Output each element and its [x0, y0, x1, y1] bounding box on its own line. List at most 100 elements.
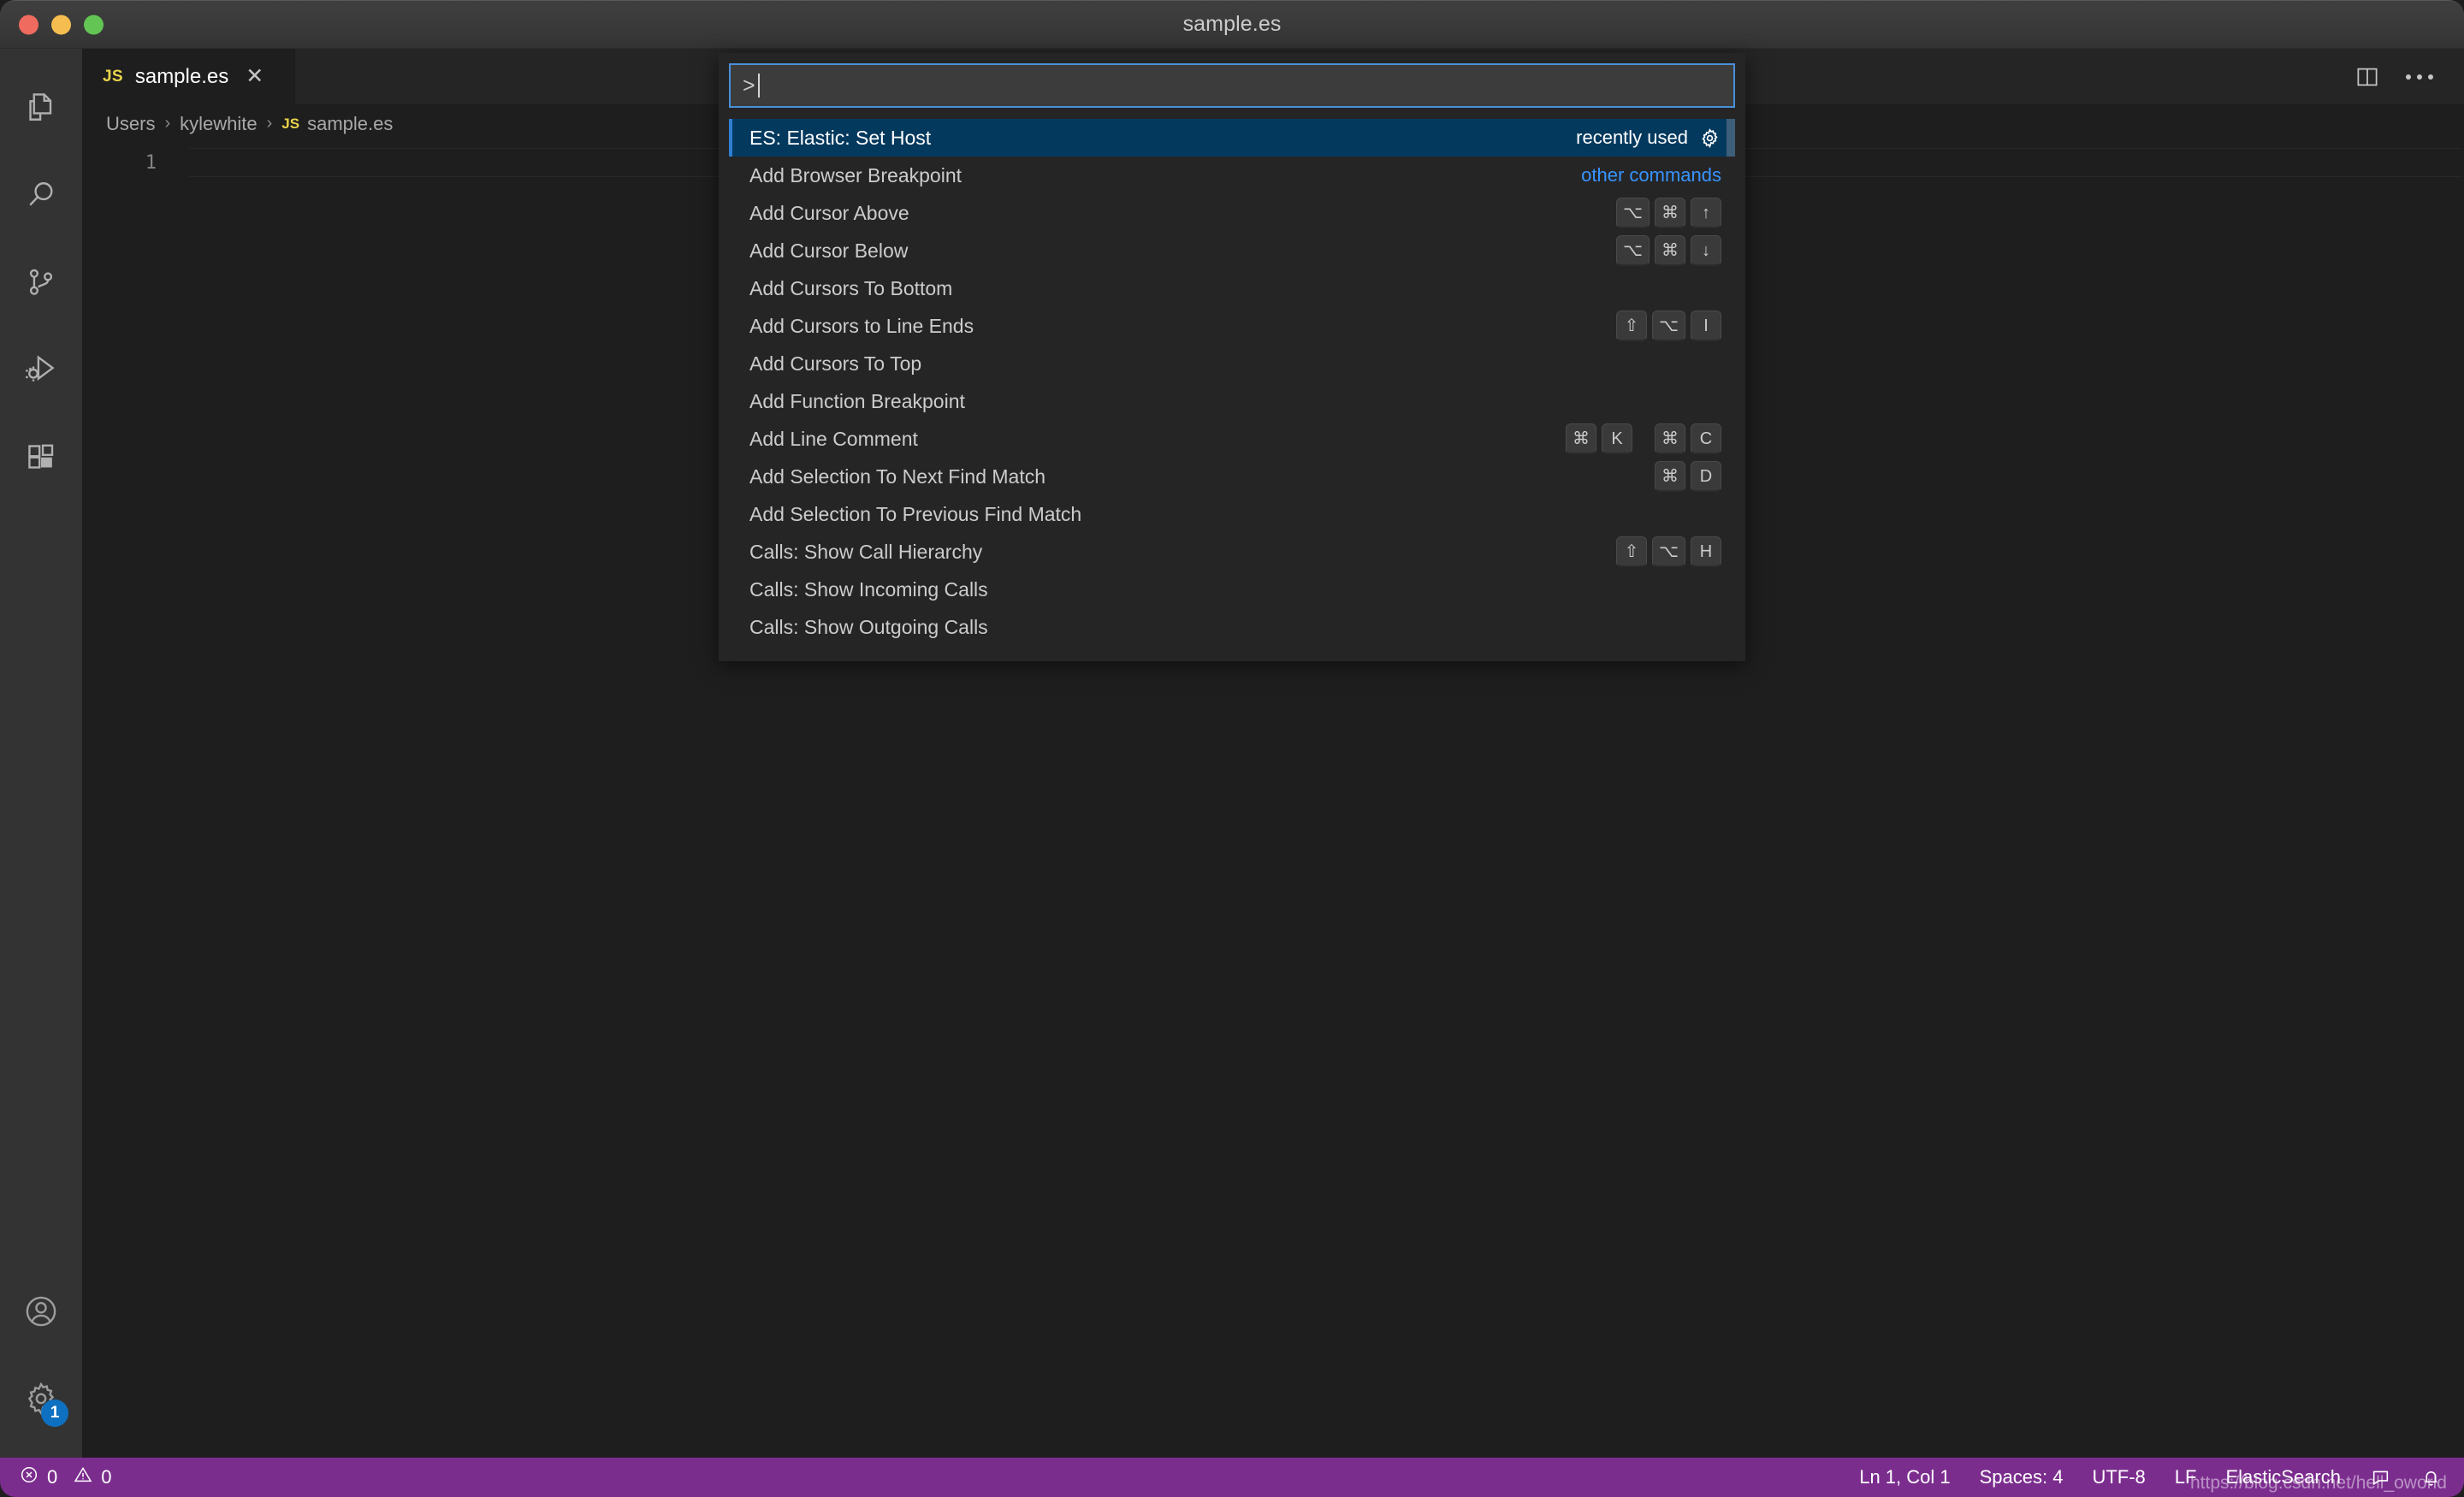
keybinding-key: ⌥ [1615, 198, 1650, 228]
encoding-status[interactable]: UTF-8 [2092, 1466, 2145, 1488]
command-row-right: ⇧ ⌥ H [1615, 536, 1721, 567]
command-row-right: ⌘ K ⌘ C [1566, 423, 1721, 454]
minimize-button[interactable] [51, 15, 71, 34]
settings-badge: 1 [41, 1399, 68, 1427]
problems-status[interactable]: 0 0 [19, 1464, 112, 1490]
zoom-button[interactable] [84, 15, 104, 34]
command-list-item[interactable]: Calls: Show Call Hierarchy ⇧ ⌥ H [729, 533, 1735, 571]
command-row-right: ⌥ ⌘ ↑ [1615, 198, 1721, 228]
window-controls [19, 15, 104, 34]
command-list-item[interactable]: Add Cursors To Top [729, 345, 1735, 382]
sidebar-item-explorer[interactable] [0, 64, 82, 151]
language-mode-status[interactable]: ElasticSearch [2225, 1466, 2341, 1488]
command-label: Add Cursors to Line Ends [749, 314, 974, 337]
keybinding-key: K [1602, 423, 1632, 454]
indentation-status[interactable]: Spaces: 4 [1980, 1466, 2064, 1488]
keybinding-key: ⌥ [1651, 536, 1685, 567]
command-row-right: recently used [1576, 127, 1721, 150]
command-palette-input-box[interactable]: > [729, 63, 1735, 108]
breadcrumb-item-users[interactable]: Users [106, 113, 155, 135]
js-file-icon: JS [103, 67, 123, 86]
editor-actions [2354, 49, 2464, 104]
command-label: Add Cursor Below [749, 239, 909, 262]
keybinding-key: ⌘ [1655, 198, 1685, 228]
command-list[interactable]: ES: Elastic: Set Host recently used Add Br… [729, 119, 1735, 661]
command-list-item[interactable]: Calls: Show Incoming Calls [729, 571, 1735, 608]
command-label: Add Function Breakpoint [749, 389, 965, 412]
keybinding-key: C [1691, 423, 1721, 454]
sidebar-item-search[interactable] [0, 151, 82, 239]
command-label: Calls: Show Call Hierarchy [749, 540, 983, 563]
error-count: 0 [47, 1466, 58, 1488]
command-label: Add Browser Breakpoint [749, 163, 962, 186]
breadcrumb-item-file[interactable]: sample.es [307, 113, 393, 135]
command-list-item[interactable]: Add Cursors to Line Ends ⇧ ⌥ I [729, 307, 1735, 345]
error-icon [19, 1464, 39, 1490]
split-editor-icon[interactable] [2354, 64, 2380, 90]
manage-settings-button[interactable]: 1 [0, 1355, 82, 1442]
line-number-gutter: 1 [82, 143, 189, 1458]
extensions-icon [22, 438, 60, 476]
status-bar-left: 0 0 [0, 1464, 112, 1490]
eol-status[interactable]: LF [2175, 1466, 2197, 1488]
command-palette[interactable]: > ES: Elastic: Set Host recently used Add … [719, 53, 1745, 661]
command-list-item[interactable]: Add Cursor Above ⌥ ⌘ ↑ [729, 194, 1735, 232]
status-bar: 0 0 Ln 1, Col 1 Spaces: 4 UTF-8 LF Elast… [0, 1458, 2464, 1497]
keybinding: ⇧ ⌥ I [1615, 311, 1721, 341]
breadcrumb-item-kylewhite[interactable]: kylewhite [180, 113, 257, 135]
keybinding-key: H [1691, 536, 1721, 567]
activity-bar: 1 [0, 49, 82, 1458]
command-group-label: other commands [1581, 164, 1721, 186]
command-list-item[interactable]: Calls: Show Outgoing Calls [729, 608, 1735, 646]
keybinding-key: ⌥ [1615, 235, 1650, 266]
breadcrumb-separator: › [266, 114, 273, 133]
command-label: Add Cursor Above [749, 201, 909, 224]
warning-count: 0 [101, 1466, 112, 1488]
keybinding-key: ⇧ [1615, 536, 1647, 567]
sidebar-item-source-control[interactable] [0, 239, 82, 326]
title-bar: sample.es [0, 0, 2464, 49]
close-button[interactable] [19, 15, 38, 34]
command-list-item[interactable]: Add Selection To Next Find Match ⌘ D [729, 458, 1735, 495]
command-list-item[interactable]: Add Function Breakpoint [729, 382, 1735, 420]
command-list-item[interactable]: Add Browser Breakpoint other commands [729, 157, 1735, 194]
bell-icon[interactable] [2420, 1467, 2442, 1488]
keybinding-key: ↑ [1691, 198, 1721, 228]
command-label: Calls: Show Incoming Calls [749, 577, 988, 601]
keybinding-key: ⌘ [1655, 461, 1685, 492]
accounts-button[interactable] [0, 1268, 82, 1355]
close-icon[interactable]: ✕ [246, 66, 264, 87]
keybinding-key: ⌥ [1651, 311, 1685, 341]
cursor-position[interactable]: Ln 1, Col 1 [1859, 1466, 1950, 1488]
sidebar-item-extensions[interactable] [0, 413, 82, 500]
command-list-item[interactable]: Add Selection To Previous Find Match [729, 495, 1735, 533]
command-list-item[interactable]: Add Cursors To Bottom [729, 269, 1735, 307]
tab-label: sample.es [134, 64, 229, 88]
command-label: Add Selection To Previous Find Match [749, 502, 1082, 525]
command-list-item[interactable]: ES: Elastic: Set Host recently used [729, 119, 1735, 157]
keybinding: ⌘ K ⌘ C [1566, 423, 1721, 454]
keybinding-key: I [1691, 311, 1721, 341]
command-label: Add Cursors To Bottom [749, 276, 953, 299]
command-list-item[interactable]: Add Line Comment ⌘ K ⌘ C [729, 420, 1735, 458]
keybinding: ⌥ ⌘ ↑ [1615, 198, 1721, 228]
command-list-item[interactable]: Add Cursor Below ⌥ ⌘ ↓ [729, 232, 1735, 269]
files-icon [22, 89, 60, 127]
tab-sample-es[interactable]: JS sample.es ✕ [82, 49, 296, 104]
window-title: sample.es [1182, 12, 1282, 36]
keybinding-key: ⌘ [1566, 423, 1596, 454]
keybinding-key: ⌘ [1655, 423, 1685, 454]
command-row-right: ⇧ ⌥ I [1615, 311, 1721, 341]
keybinding: ⌘ D [1655, 461, 1721, 492]
command-prefix: > [743, 73, 755, 98]
sidebar-item-run-and-debug[interactable] [0, 326, 82, 413]
command-label: ES: Elastic: Set Host [749, 126, 932, 149]
breadcrumb-separator: › [164, 114, 171, 133]
command-label: Add Cursors To Top [749, 352, 922, 375]
command-row-right: ⌘ D [1655, 461, 1721, 492]
feedback-icon[interactable] [2370, 1467, 2391, 1488]
vscode-window: sample.es 1 JS sample.es ✕ Users › kylew… [0, 0, 2464, 1497]
more-actions-icon[interactable] [2406, 74, 2433, 80]
command-label: Calls: Show Outgoing Calls [749, 615, 988, 638]
gear-icon[interactable] [1698, 127, 1721, 150]
